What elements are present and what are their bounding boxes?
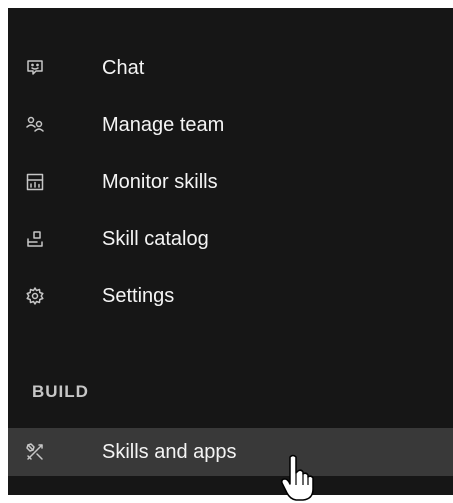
tools-icon [24, 441, 46, 463]
catalog-icon [24, 228, 46, 250]
nav-item-label: Skill catalog [102, 227, 209, 250]
users-icon [24, 114, 46, 136]
nav-item-settings[interactable]: Settings [8, 272, 453, 320]
nav-item-manage-team[interactable]: Manage team [8, 101, 453, 149]
nav-item-label: Settings [102, 284, 175, 307]
dashboard-icon [24, 171, 46, 193]
nav-item-skills-and-apps[interactable]: Skills and apps [8, 428, 453, 476]
section-header-build: BUILD [32, 382, 89, 401]
nav-item-chat[interactable]: Chat [8, 44, 453, 92]
nav-item-label: Skills and apps [102, 440, 237, 463]
nav-item-label: Chat [102, 56, 145, 79]
chat-icon [24, 57, 46, 79]
nav-item-label: Manage team [102, 113, 225, 136]
nav-item-label: Monitor skills [102, 170, 218, 193]
gear-icon [24, 285, 46, 307]
side-navigation: Chat Manage team Monitor skills Skill ca… [8, 8, 453, 501]
nav-item-monitor-skills[interactable]: Monitor skills [8, 158, 453, 206]
nav-item-skill-catalog[interactable]: Skill catalog [8, 215, 453, 263]
